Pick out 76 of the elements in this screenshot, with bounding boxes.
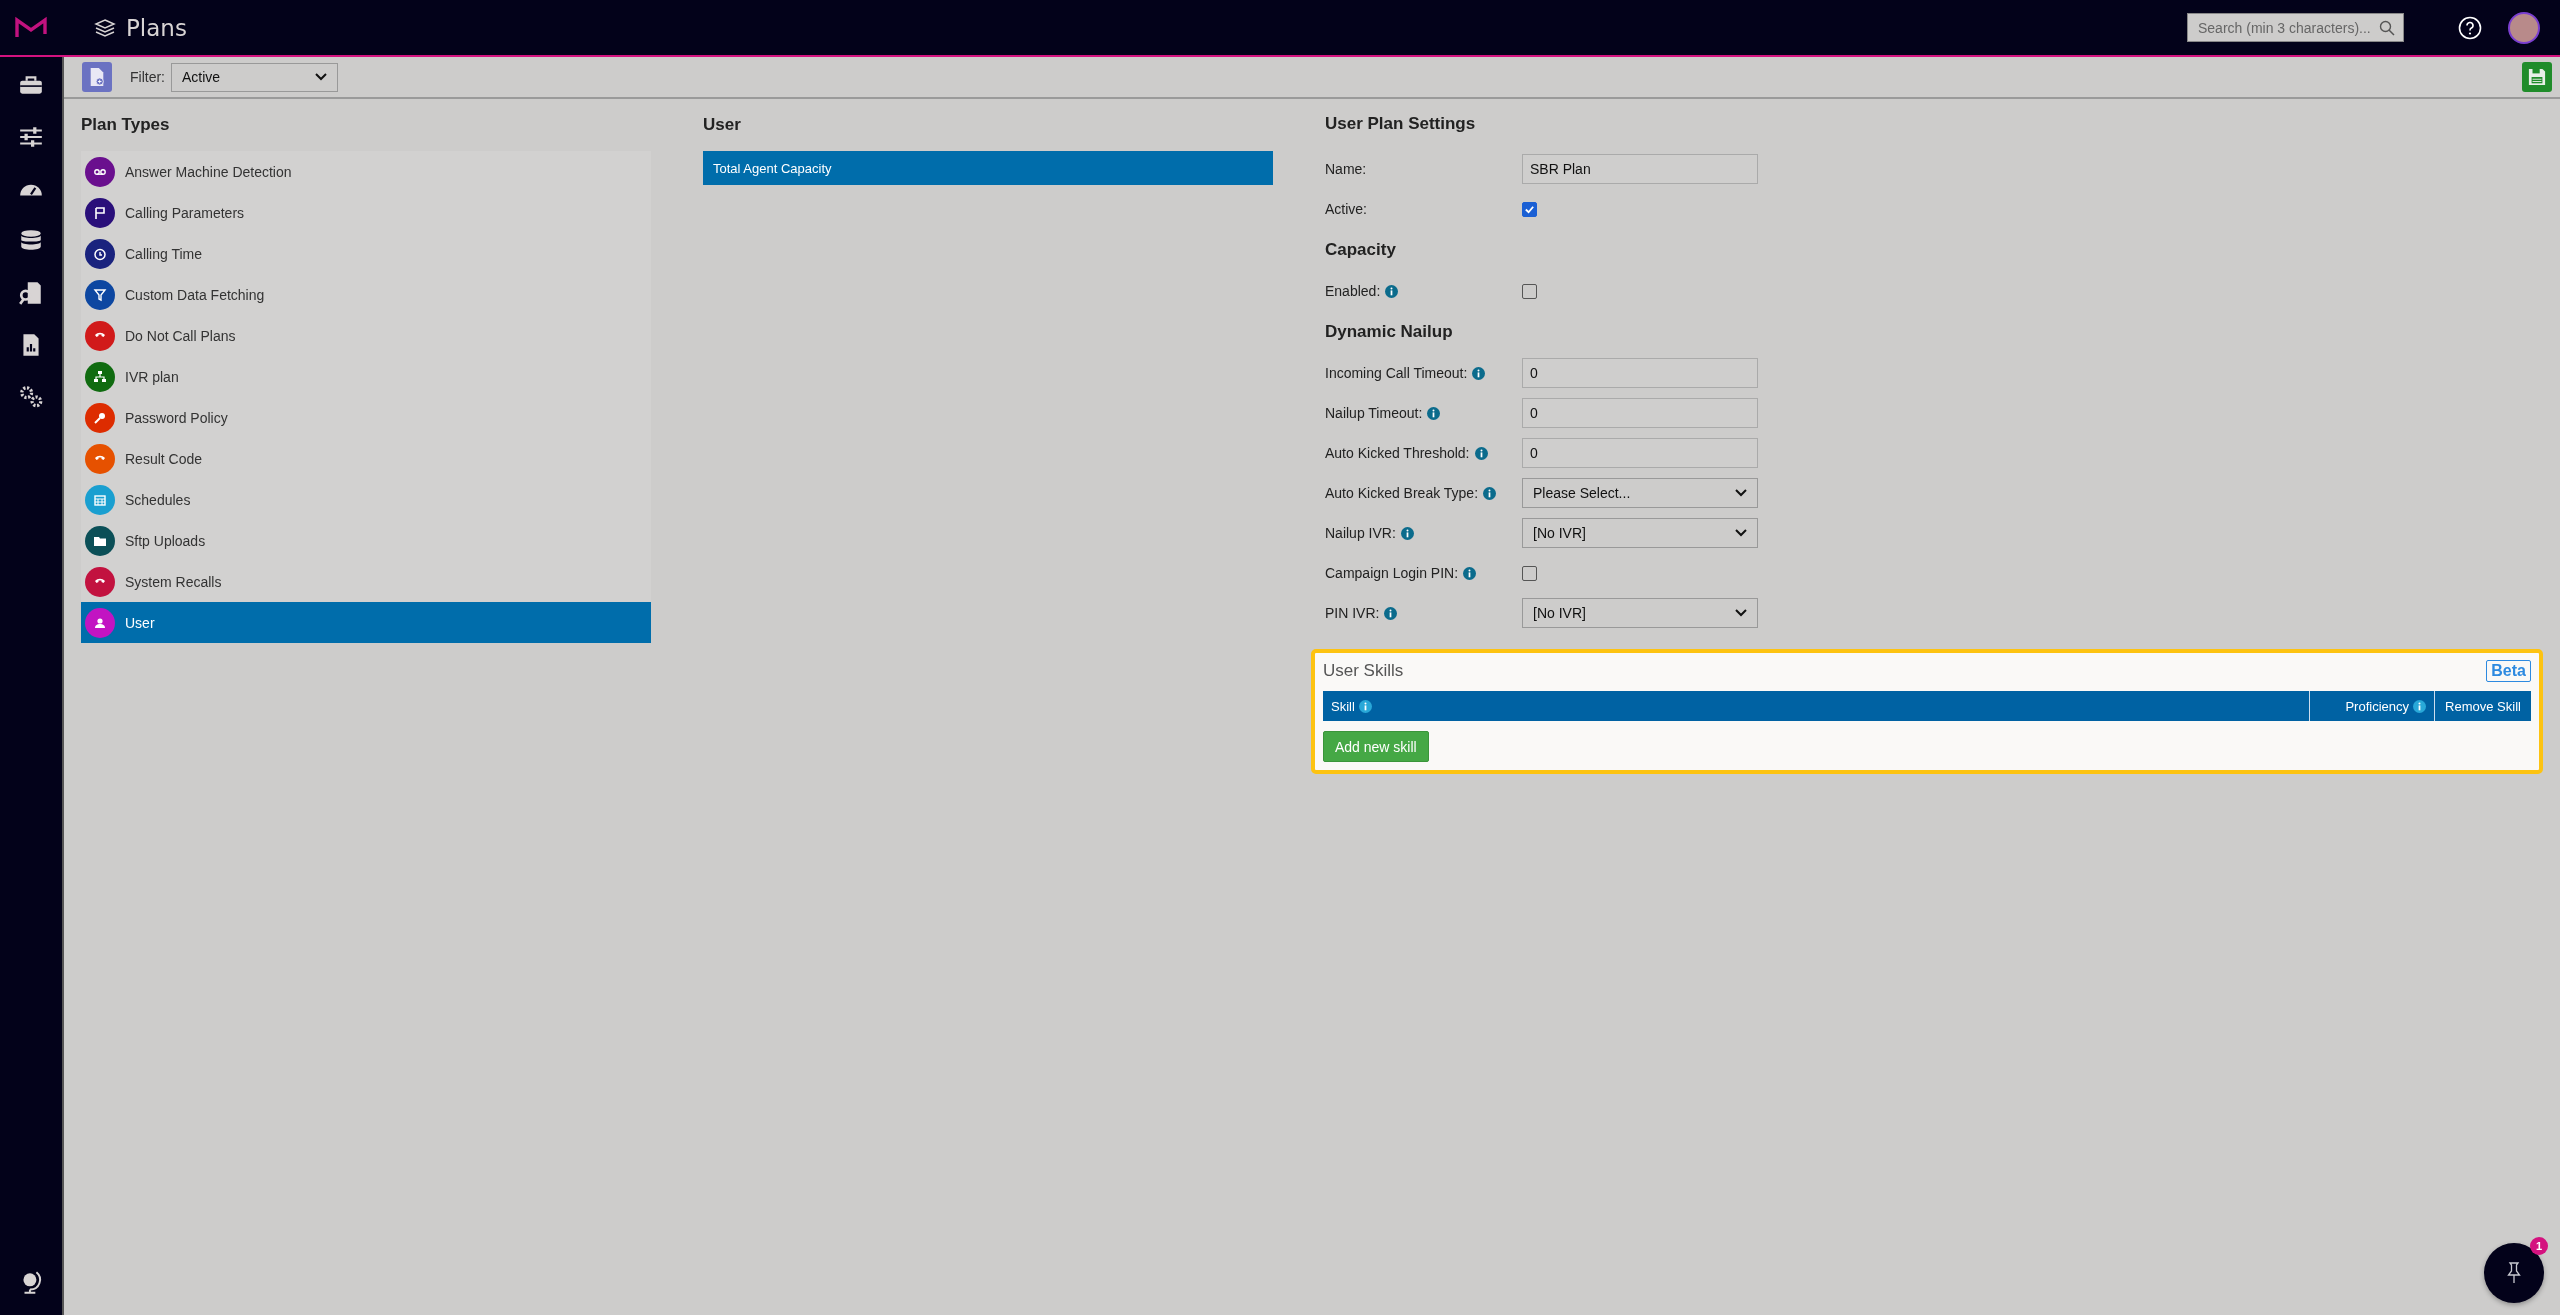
plan-type-item[interactable]: Sftp Uploads: [81, 520, 651, 561]
field-label: Nailup IVR:: [1325, 525, 1396, 541]
pushpin-icon: [2504, 1261, 2524, 1285]
column-header: Proficiency: [2345, 698, 2409, 714]
plan-type-item[interactable]: Do Not Call Plans: [81, 315, 651, 356]
section-heading: User: [703, 114, 742, 136]
dropdown[interactable]: Please Select...: [1522, 478, 1758, 508]
avatar[interactable]: [2508, 11, 2540, 44]
caret-icon: [1735, 529, 1747, 537]
file-search-icon[interactable]: [18, 280, 44, 306]
text-field[interactable]: SBR Plan: [1522, 154, 1758, 184]
field-label: Incoming Call Timeout:: [1325, 365, 1468, 381]
layers-icon: [94, 17, 116, 38]
plan-type-item[interactable]: System Recalls: [81, 561, 651, 602]
field-label: Campaign Login PIN:: [1325, 565, 1459, 581]
notification-count: 1: [2530, 1237, 2548, 1255]
plan-type-item[interactable]: Custom Data Fetching: [81, 274, 651, 315]
beta-label: Beta: [2486, 660, 2531, 682]
column-header: Skill: [1331, 698, 1355, 714]
caret-icon: [315, 73, 327, 81]
plan-type-item[interactable]: Calling Time: [81, 233, 651, 274]
new-plan-button[interactable]: [82, 62, 112, 92]
field-label: Name:: [1325, 161, 1367, 177]
caret-icon: [1735, 609, 1747, 617]
info-icon[interactable]: [1384, 606, 1398, 620]
info-icon[interactable]: [1483, 486, 1497, 500]
gears-icon[interactable]: [18, 384, 44, 410]
section-heading: User Plan Settings: [1325, 113, 1477, 135]
plan-type-item[interactable]: IVR plan: [81, 356, 651, 397]
dropdown[interactable]: [No IVR]: [1522, 598, 1758, 628]
search-field[interactable]: Search (min 3 characters)...: [2187, 13, 2404, 42]
field-label: Auto Kicked Break Type:: [1325, 485, 1479, 501]
text-field[interactable]: 0: [1522, 398, 1758, 428]
field-label: Nailup Timeout:: [1325, 405, 1423, 421]
checkmark-icon: [1524, 203, 1535, 215]
info-icon[interactable]: [1463, 566, 1477, 580]
info-icon[interactable]: [1472, 366, 1486, 380]
section-heading: Capacity: [1325, 239, 1397, 261]
section-heading: Plan Types: [81, 114, 171, 136]
filter-select[interactable]: Active: [171, 62, 338, 92]
checkbox[interactable]: [1522, 201, 1537, 217]
checkbox[interactable]: [1522, 283, 1537, 299]
help-icon[interactable]: [2458, 15, 2482, 40]
page-title: Plans: [126, 14, 187, 41]
checkbox[interactable]: [1522, 565, 1537, 581]
file-plus-icon: [88, 67, 106, 87]
user-setting-item[interactable]: Total Agent Capacity: [703, 151, 1273, 185]
field-label: PIN IVR:: [1325, 605, 1380, 621]
logo-icon[interactable]: [14, 15, 48, 40]
plan-type-item[interactable]: Password Policy: [81, 397, 651, 438]
text-field[interactable]: 0: [1522, 438, 1758, 468]
plan-type-item[interactable]: Calling Parameters: [81, 192, 651, 233]
info-icon[interactable]: [1358, 699, 1372, 713]
filter-label: Filter:: [130, 69, 165, 85]
caret-icon: [1735, 489, 1747, 497]
info-icon[interactable]: [1385, 284, 1399, 298]
field-label: Enabled:: [1325, 283, 1381, 299]
column-header: Remove Skill: [2445, 698, 2521, 714]
field-label: Active:: [1325, 201, 1367, 217]
plan-type-item[interactable]: Result Code: [81, 438, 651, 479]
info-icon[interactable]: [1474, 446, 1488, 460]
info-icon[interactable]: [1427, 406, 1441, 420]
plan-type-item[interactable]: User: [81, 602, 651, 643]
text-field[interactable]: 0: [1522, 358, 1758, 388]
save-button[interactable]: [2522, 62, 2552, 92]
dropdown[interactable]: [No IVR]: [1522, 518, 1758, 548]
plan-type-item[interactable]: Answer Machine Detection: [81, 151, 651, 192]
field-label: Auto Kicked Threshold:: [1325, 445, 1470, 461]
panel-title: User Skills: [1323, 661, 1404, 681]
pin-button[interactable]: [2484, 1243, 2544, 1303]
sliders-icon[interactable]: [18, 124, 44, 150]
info-icon[interactable]: [2413, 699, 2426, 713]
search-icon[interactable]: [2379, 19, 2395, 36]
info-icon[interactable]: [1400, 526, 1414, 540]
plan-type-item[interactable]: Schedules: [81, 479, 651, 520]
section-heading: Dynamic Nailup: [1325, 321, 1454, 343]
